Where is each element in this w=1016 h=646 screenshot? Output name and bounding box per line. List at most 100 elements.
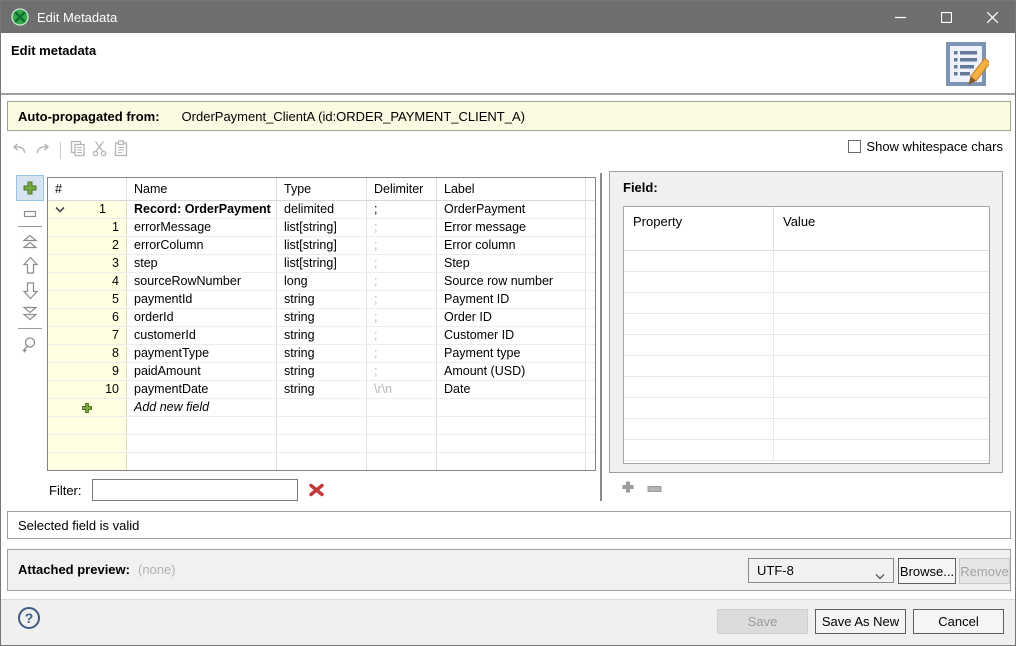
field-label[interactable]: Payment type — [437, 345, 586, 362]
minimize-button[interactable] — [877, 1, 923, 33]
field-label[interactable]: Payment ID — [437, 291, 586, 308]
field-label[interactable]: Amount (USD) — [437, 363, 586, 380]
column-header-property[interactable]: Property — [624, 207, 774, 250]
field-delimiter[interactable]: ; — [367, 363, 437, 380]
panel-sash[interactable] — [600, 173, 602, 501]
field-number[interactable]: 4 — [48, 273, 127, 290]
empty-cell[interactable] — [586, 255, 595, 272]
field-number[interactable]: 10 — [48, 381, 127, 398]
field-name[interactable]: paymentType — [127, 345, 277, 362]
record-type[interactable]: delimited — [277, 201, 367, 218]
field-number[interactable]: 2 — [48, 237, 127, 254]
save-as-new-button[interactable]: Save As New — [815, 609, 906, 634]
field-type[interactable]: long — [277, 273, 367, 290]
maximize-button[interactable] — [923, 1, 969, 33]
field-name[interactable]: customerId — [127, 327, 277, 344]
field-label[interactable]: Error column — [437, 237, 586, 254]
empty-cell[interactable] — [586, 237, 595, 254]
table-row[interactable]: 2errorColumnlist[string];Error column — [48, 237, 595, 255]
record-label[interactable]: OrderPayment — [437, 201, 586, 218]
field-number[interactable]: 6 — [48, 309, 127, 326]
field-delimiter[interactable]: ; — [367, 309, 437, 326]
field-delimiter[interactable]: ; — [367, 237, 437, 254]
field-label[interactable]: Order ID — [437, 309, 586, 326]
field-delimiter[interactable]: ; — [367, 255, 437, 272]
add-field-icon[interactable] — [16, 175, 44, 201]
cancel-button[interactable]: Cancel — [913, 609, 1004, 634]
record-row[interactable]: 1 Record: OrderPayment delimited ; Order… — [48, 201, 595, 219]
field-name[interactable]: paymentDate — [127, 381, 277, 398]
field-label[interactable]: Error message — [437, 219, 586, 236]
table-row[interactable]: 9paidAmountstring;Amount (USD) — [48, 363, 595, 381]
encoding-select[interactable]: UTF-8 — [748, 558, 894, 583]
field-name[interactable]: step — [127, 255, 277, 272]
field-type[interactable]: list[string] — [277, 255, 367, 272]
field-name[interactable]: orderId — [127, 309, 277, 326]
column-header-delimiter[interactable]: Delimiter — [367, 178, 437, 200]
column-header-name[interactable]: Name — [127, 178, 277, 200]
field-number[interactable]: 5 — [48, 291, 127, 308]
empty-cell[interactable] — [586, 219, 595, 236]
field-number[interactable]: 8 — [48, 345, 127, 362]
undo-icon[interactable] — [11, 141, 28, 159]
record-name[interactable]: Record: OrderPayment — [127, 201, 277, 218]
move-bottom-icon[interactable] — [21, 306, 39, 322]
field-name[interactable]: paidAmount — [127, 363, 277, 380]
table-row[interactable]: 3steplist[string];Step — [48, 255, 595, 273]
add-property-icon[interactable] — [621, 480, 635, 497]
record-number-cell[interactable]: 1 — [48, 201, 127, 218]
table-row[interactable]: 10paymentDatestring\r\nDate — [48, 381, 595, 399]
table-row[interactable]: 6orderIdstring;Order ID — [48, 309, 595, 327]
browse-button[interactable]: Browse... — [898, 558, 956, 584]
field-type[interactable]: string — [277, 309, 367, 326]
field-name[interactable]: errorMessage — [127, 219, 277, 236]
field-name[interactable]: paymentId — [127, 291, 277, 308]
paste-icon[interactable] — [113, 140, 129, 160]
field-label[interactable]: Source row number — [437, 273, 586, 290]
remove-property-icon[interactable] — [647, 481, 662, 496]
empty-cell[interactable] — [586, 327, 595, 344]
empty-cell[interactable] — [586, 291, 595, 308]
move-up-icon[interactable] — [22, 256, 39, 275]
field-name[interactable]: sourceRowNumber — [127, 273, 277, 290]
field-delimiter[interactable]: ; — [367, 291, 437, 308]
checkbox-box[interactable] — [848, 140, 861, 153]
field-name[interactable]: errorColumn — [127, 237, 277, 254]
empty-cell[interactable] — [586, 381, 595, 398]
help-icon[interactable]: ? — [18, 607, 40, 629]
field-type[interactable]: string — [277, 345, 367, 362]
move-top-icon[interactable] — [21, 234, 39, 250]
field-type[interactable]: string — [277, 381, 367, 398]
field-delimiter[interactable]: ; — [367, 273, 437, 290]
close-button[interactable] — [969, 1, 1015, 33]
empty-cell[interactable] — [586, 309, 595, 326]
field-number[interactable]: 1 — [48, 219, 127, 236]
field-type[interactable]: list[string] — [277, 219, 367, 236]
empty-cell[interactable] — [586, 345, 595, 362]
copy-icon[interactable] — [70, 140, 86, 160]
empty-cell[interactable] — [586, 273, 595, 290]
show-whitespace-checkbox[interactable]: Show whitespace chars — [848, 139, 1003, 154]
cut-icon[interactable] — [92, 140, 107, 160]
empty-cell[interactable] — [586, 363, 595, 380]
field-delimiter[interactable]: ; — [367, 345, 437, 362]
field-type[interactable]: string — [277, 291, 367, 308]
field-number[interactable]: 3 — [48, 255, 127, 272]
column-header-number[interactable]: # — [48, 178, 127, 200]
remove-field-icon[interactable] — [22, 208, 38, 220]
add-new-field-row[interactable]: Add new field — [48, 399, 595, 417]
add-field-label[interactable]: Add new field — [127, 399, 277, 416]
move-down-icon[interactable] — [22, 281, 39, 300]
table-row[interactable]: 5paymentIdstring;Payment ID — [48, 291, 595, 309]
field-label[interactable]: Date — [437, 381, 586, 398]
table-row[interactable]: 8paymentTypestring;Payment type — [48, 345, 595, 363]
add-field-plus-cell[interactable] — [48, 399, 127, 416]
table-row[interactable]: 7customerIdstring;Customer ID — [48, 327, 595, 345]
field-delimiter[interactable]: ; — [367, 327, 437, 344]
field-label[interactable]: Step — [437, 255, 586, 272]
field-delimiter[interactable]: ; — [367, 219, 437, 236]
field-number[interactable]: 9 — [48, 363, 127, 380]
field-type[interactable]: list[string] — [277, 237, 367, 254]
table-row[interactable]: 4sourceRowNumberlong;Source row number — [48, 273, 595, 291]
field-number[interactable]: 7 — [48, 327, 127, 344]
